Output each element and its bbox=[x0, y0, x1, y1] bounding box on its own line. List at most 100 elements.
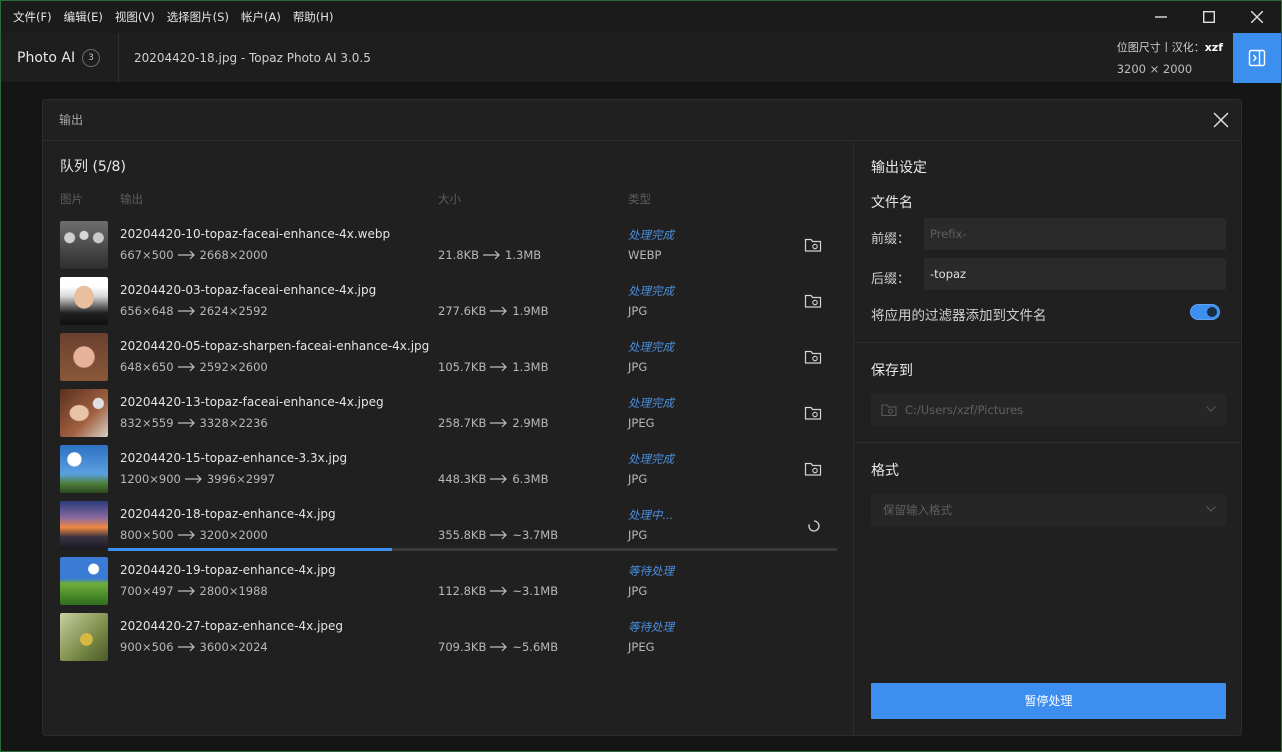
menu-file[interactable]: 文件(F) bbox=[7, 1, 58, 33]
main-menu: 文件(F) 编辑(E) 视图(V) 选择图片(S) 帐户(A) 帮助(H) bbox=[1, 1, 339, 33]
image-dimensions: 3200 × 2000 bbox=[1116, 62, 1193, 76]
output-dimensions: 2624×2592 bbox=[199, 304, 268, 318]
dimensions: 667×500 2668×2000 bbox=[120, 248, 268, 262]
input-dimensions: 648×650 bbox=[120, 360, 174, 374]
processing-status: 处理中... bbox=[628, 508, 674, 522]
maximize-button[interactable] bbox=[1185, 1, 1233, 33]
loading-spinner-icon bbox=[808, 520, 820, 532]
image-info: 位图尺寸丨汉化：xzf 3200 × 2000 bbox=[1117, 39, 1223, 76]
menu-help[interactable]: 帮助(H) bbox=[287, 1, 340, 33]
arrow-right-icon bbox=[490, 306, 508, 316]
export-dialog: 输出 队列 (5/8) 图片 输出 大小 类型 20204420-10-topa… bbox=[42, 99, 1242, 736]
queue-row[interactable]: 20204420-13-topaz-faceai-enhance-4x.jpeg… bbox=[60, 389, 838, 445]
dimensions: 900×506 3600×2024 bbox=[120, 640, 268, 654]
save-path-select[interactable]: C:/Users/xzf/Pictures bbox=[871, 394, 1226, 426]
processing-indicator bbox=[807, 519, 825, 537]
open-in-folder-button[interactable] bbox=[804, 461, 822, 479]
thumbnail-image bbox=[60, 613, 108, 661]
format-value: 保留输入格式 bbox=[883, 503, 952, 517]
dimensions: 800×500 3200×2000 bbox=[120, 528, 268, 542]
arrow-right-icon bbox=[177, 642, 195, 652]
output-size: 1.9MB bbox=[512, 304, 549, 318]
processing-status: 处理完成 bbox=[628, 452, 674, 466]
output-filename: 20204420-27-topaz-enhance-4x.jpeg bbox=[120, 619, 344, 633]
settings-title: 输出设定 bbox=[871, 160, 927, 176]
queue-row[interactable]: 20204420-27-topaz-enhance-4x.jpeg 900×506… bbox=[60, 613, 838, 669]
input-dimensions: 1200×900 bbox=[120, 472, 181, 486]
format-select[interactable]: 保留输入格式 bbox=[871, 494, 1226, 526]
menu-view[interactable]: 视图(V) bbox=[109, 1, 161, 33]
file-type: JPEG bbox=[628, 416, 655, 430]
append-filters-label: 将应用的过滤器添加到文件名 bbox=[871, 308, 1047, 324]
output-filename: 20204420-10-topaz-faceai-enhance-4x.webp bbox=[120, 227, 391, 241]
folder-image-icon bbox=[881, 404, 897, 417]
queue-row[interactable]: 20204420-18-topaz-enhance-4x.jpg 800×500 3… bbox=[60, 501, 838, 557]
input-size: 448.3KB bbox=[438, 472, 487, 486]
queue-row[interactable]: 20204420-05-topaz-sharpen-faceai-enhance… bbox=[60, 333, 838, 389]
input-size: 258.7KB bbox=[438, 416, 487, 430]
output-filename: 20204420-15-topaz-enhance-3.3x.jpg bbox=[120, 451, 348, 465]
file-size: 258.7KB 2.9MB bbox=[438, 416, 548, 430]
output-dimensions: 3200×2000 bbox=[199, 528, 268, 542]
output-dimensions: 3996×2997 bbox=[206, 472, 276, 486]
thumbnail-image bbox=[60, 557, 108, 605]
thumbnail-image bbox=[60, 277, 108, 325]
filename-title: 文件名 bbox=[871, 195, 913, 211]
output-settings-panel: 输出设定 文件名 前缀： 后缀： 将应用的过滤器添加到文件名 保存到 C:/Us… bbox=[853, 142, 1242, 736]
save-to-title: 保存到 bbox=[871, 363, 913, 379]
output-dimensions: 3328×2236 bbox=[199, 416, 268, 430]
output-filename: 20204420-18-topaz-enhance-4x.jpg bbox=[120, 507, 336, 521]
pause-processing-button[interactable]: 暂停处理 bbox=[871, 683, 1226, 719]
file-size: 277.6KB 1.9MB bbox=[438, 304, 548, 318]
dialog-title: 输出 bbox=[59, 113, 84, 127]
queue-row[interactable]: 20204420-15-topaz-enhance-3.3x.jpg 1200×9… bbox=[60, 445, 838, 501]
column-output: 输出 bbox=[120, 192, 143, 206]
open-in-folder-button[interactable] bbox=[804, 349, 822, 367]
panel-toggle-button[interactable] bbox=[1233, 33, 1281, 83]
minimize-button[interactable] bbox=[1137, 1, 1185, 33]
arrow-right-icon bbox=[177, 250, 195, 260]
file-size: 105.7KB 1.3MB bbox=[438, 360, 548, 374]
output-dimensions: 2800×1988 bbox=[199, 584, 268, 598]
suffix-label: 后缀： bbox=[871, 272, 911, 287]
suffix-input[interactable] bbox=[924, 258, 1226, 290]
processing-status: 等待处理 bbox=[628, 620, 674, 634]
dimensions: 700×497 2800×1988 bbox=[120, 584, 268, 598]
menu-bar: 文件(F) 编辑(E) 视图(V) 选择图片(S) 帐户(A) 帮助(H) bbox=[1, 1, 1281, 33]
dimensions: 656×648 2624×2592 bbox=[120, 304, 268, 318]
info-line: 位图尺寸丨汉化：xzf bbox=[1117, 39, 1223, 55]
file-type: JPG bbox=[628, 360, 648, 374]
open-folder-icon bbox=[804, 350, 822, 364]
file-type: JPEG bbox=[628, 640, 655, 654]
dialog-close-button[interactable] bbox=[1211, 110, 1231, 130]
output-dimensions: 3600×2024 bbox=[199, 640, 268, 654]
queue-row[interactable]: 20204420-10-topaz-faceai-enhance-4x.webp… bbox=[60, 221, 838, 277]
queue-row[interactable]: 20204420-03-topaz-faceai-enhance-4x.jpg 6… bbox=[60, 277, 838, 333]
menu-select-image[interactable]: 选择图片(S) bbox=[161, 1, 235, 33]
menu-edit[interactable]: 编辑(E) bbox=[58, 1, 109, 33]
thumbnail-image bbox=[60, 389, 108, 437]
file-type: JPG bbox=[628, 528, 648, 542]
output-size: 2.9MB bbox=[512, 416, 549, 430]
queue-row[interactable]: 20204420-19-topaz-enhance-4x.jpg 700×497 2… bbox=[60, 557, 838, 613]
open-in-folder-button[interactable] bbox=[804, 237, 822, 255]
header-divider bbox=[118, 33, 119, 83]
close-icon bbox=[1251, 11, 1263, 23]
output-dimensions: 2592×2600 bbox=[199, 360, 268, 374]
arrow-right-icon bbox=[177, 530, 195, 540]
image-count-badge[interactable]: 3 bbox=[82, 49, 100, 67]
open-folder-icon bbox=[804, 406, 822, 420]
menu-account[interactable]: 帐户(A) bbox=[235, 1, 287, 33]
info-author: xzf bbox=[1204, 41, 1223, 54]
file-type: WEBP bbox=[628, 248, 662, 262]
append-filters-toggle[interactable] bbox=[1190, 304, 1220, 320]
file-size: 355.8KB ~3.7MB bbox=[438, 528, 558, 542]
prefix-label: 前缀： bbox=[871, 232, 911, 247]
open-in-folder-button[interactable] bbox=[804, 405, 822, 423]
close-window-button[interactable] bbox=[1233, 1, 1281, 33]
input-size: 709.3KB bbox=[438, 640, 487, 654]
arrow-right-icon bbox=[177, 586, 195, 596]
dimensions: 832×559 3328×2236 bbox=[120, 416, 268, 430]
prefix-input[interactable] bbox=[924, 218, 1226, 250]
open-in-folder-button[interactable] bbox=[804, 293, 822, 311]
